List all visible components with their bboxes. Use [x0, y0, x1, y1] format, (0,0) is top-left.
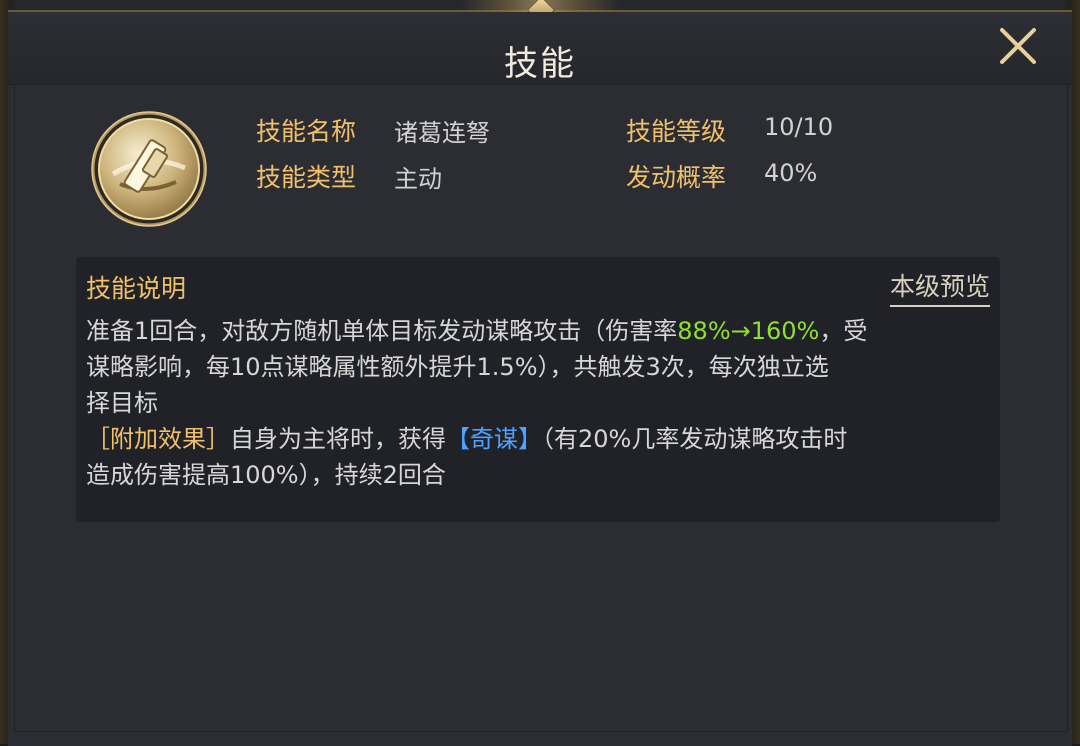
trigger-chance-value: 40% [764, 159, 818, 187]
level-preview-link[interactable]: 本级预览 [889, 267, 990, 307]
skill-name-value: 诸葛连弩 [394, 119, 490, 147]
description-line-1-suffix: ，受 [819, 317, 868, 345]
bonus-effect-tag: ［附加效果］ [86, 425, 230, 453]
description-line-1: 准备1回合，对敌方随机单体目标发动谋略攻击（伤害率88%→160%，受 [86, 313, 986, 349]
title-bar: 技能 [8, 12, 1072, 85]
bonus-effect-text-1: 自身为主将时，获得 [230, 425, 446, 453]
window-title: 技能 [504, 44, 576, 84]
close-button[interactable] [996, 24, 1040, 68]
bonus-effect-line-2: 造成伤害提高100%），持续2回合 [86, 461, 446, 489]
bonus-effect-line-1: ［附加效果］自身为主将时，获得【奇谋】（有20%几率发动谋略攻击时 [86, 421, 986, 457]
skill-level-label: 技能等级 [626, 117, 727, 146]
description-line-1-prefix: 准备1回合，对敌方随机单体目标发动谋略攻击（伤害率 [86, 317, 678, 345]
damage-range: 88%→160% [677, 317, 820, 345]
skill-type-label: 技能类型 [256, 163, 357, 192]
bonus-status-name: 【奇谋】 [446, 425, 542, 453]
close-icon [1000, 28, 1036, 64]
crossbow-skill-icon [91, 111, 207, 227]
description-title: 技能说明 [86, 274, 187, 303]
skill-description-box: 技能说明 本级预览 准备1回合，对敌方随机单体目标发动谋略攻击（伤害率88%→1… [76, 257, 1000, 522]
skill-name-label: 技能名称 [256, 117, 357, 146]
description-line-3: 择目标 [86, 389, 158, 417]
skill-level-value: 10/10 [764, 113, 834, 141]
description-text: 准备1回合，对敌方随机单体目标发动谋略攻击（伤害率88%→160%，受 谋略影响… [86, 313, 986, 493]
description-line-2: 谋略影响，每10点谋略属性额外提升1.5%），共触发3次，每次独立选 [86, 353, 829, 381]
trigger-chance-label: 发动概率 [626, 163, 727, 192]
skill-type-value: 主动 [394, 165, 442, 193]
bonus-effect-text-2: （有20%几率发动谋略攻击时 [542, 425, 848, 453]
